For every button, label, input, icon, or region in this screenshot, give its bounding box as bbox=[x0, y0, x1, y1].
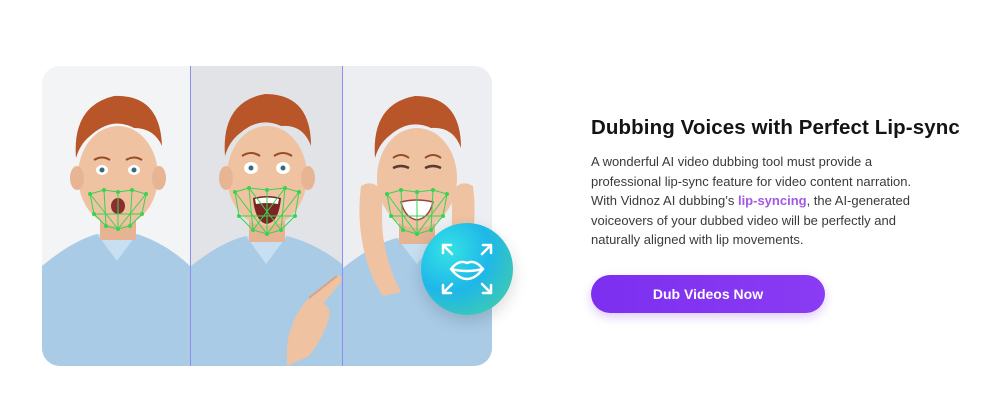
lips-expand-icon bbox=[421, 223, 513, 315]
dub-videos-now-button[interactable]: Dub Videos Now bbox=[591, 275, 825, 313]
face-frame-surprised bbox=[42, 66, 190, 366]
lip-sync-showcase-image bbox=[42, 66, 492, 366]
feature-text-block: Dubbing Voices with Perfect Lip-sync A w… bbox=[591, 114, 971, 250]
feature-description: A wonderful AI video dubbing tool must p… bbox=[591, 152, 936, 250]
lip-syncing-link[interactable]: lip-syncing bbox=[738, 193, 807, 208]
face-frame-smiling bbox=[343, 66, 492, 366]
feature-heading: Dubbing Voices with Perfect Lip-sync bbox=[591, 116, 960, 139]
face-frame-excited bbox=[191, 66, 342, 366]
